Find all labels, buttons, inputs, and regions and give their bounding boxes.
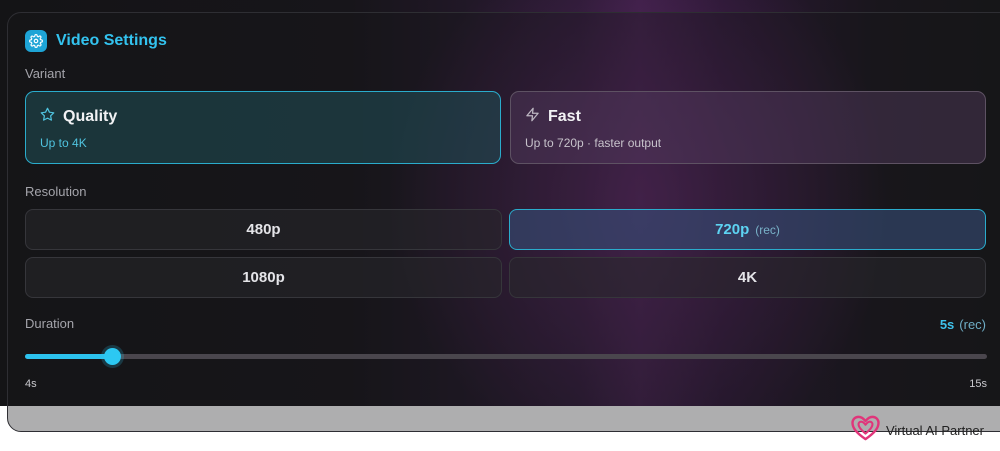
variant-option-title: Quality (63, 108, 118, 125)
gear-icon (25, 30, 47, 52)
variant-option-title: Fast (548, 108, 581, 125)
star-icon (40, 107, 55, 127)
resolution-value: 480p (246, 221, 281, 238)
resolution-option-720p[interactable]: 720p (rec) (509, 209, 986, 250)
resolution-value: 720p (715, 221, 750, 238)
duration-max-label: 15s (969, 378, 987, 390)
variant-option-quality[interactable]: Quality Up to 4K (25, 91, 501, 164)
duration-slider-track[interactable] (25, 348, 987, 365)
heart-logo-icon (850, 415, 881, 446)
panel-header: Video Settings (25, 30, 167, 52)
resolution-option-4k[interactable]: 4K (509, 257, 986, 298)
resolution-option-480p[interactable]: 480p (25, 209, 502, 250)
variant-option-subtitle: Up to 720p · faster output (525, 136, 662, 150)
panel-title: Video Settings (56, 32, 167, 49)
variant-option-subtitle: Up to 4K (40, 136, 87, 150)
duration-slider-fill (25, 354, 113, 359)
variant-option-fast[interactable]: Fast Up to 720p · faster output (510, 91, 986, 164)
resolution-label: Resolution (25, 184, 87, 199)
recommended-tag: (rec) (755, 222, 780, 237)
brand-watermark: Virtual AI Partner (850, 415, 984, 446)
resolution-value: 4K (737, 269, 758, 286)
duration-min-label: 4s (25, 378, 37, 390)
recommended-tag: (rec) (959, 317, 986, 332)
resolution-value: 1080p (242, 269, 285, 286)
variant-label: Variant (25, 66, 66, 81)
lightning-icon (525, 107, 540, 127)
duration-current: 5s (939, 317, 955, 332)
brand-name: Virtual AI Partner (885, 423, 984, 438)
resolution-option-1080p[interactable]: 1080p (25, 257, 502, 298)
duration-value: 5s (rec) (940, 317, 986, 332)
duration-label: Duration (25, 316, 75, 331)
